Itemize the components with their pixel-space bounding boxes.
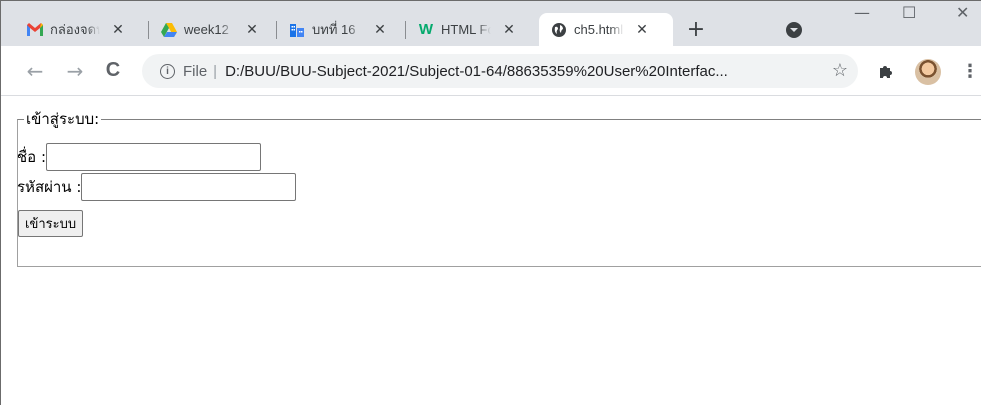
tab-gmail[interactable]: กล่องจดหมาย ✕ bbox=[15, 13, 126, 46]
login-legend: เข้าสู่ระบบ: bbox=[26, 110, 100, 128]
globe-icon bbox=[551, 22, 567, 38]
tab-html-forms[interactable]: W HTML Forms ✕ bbox=[406, 13, 517, 46]
name-row: ชื่อ : bbox=[17, 143, 262, 171]
name-input[interactable] bbox=[46, 143, 262, 171]
password-label: รหัสผ่าน : bbox=[17, 178, 82, 196]
puzzle-icon[interactable] bbox=[878, 63, 894, 84]
bookmark-star-icon[interactable]: ☆ bbox=[832, 60, 848, 81]
close-icon[interactable]: ✕ bbox=[501, 21, 517, 38]
url-separator: | bbox=[213, 62, 218, 80]
minimize-button[interactable]: — bbox=[854, 3, 870, 22]
browser-window: กล่องจดหมาย ✕ week12 ✕ บทที่ 16 ✕ W HTML… bbox=[0, 0, 981, 405]
close-window-button[interactable]: ✕ bbox=[956, 3, 969, 22]
google-drive-icon bbox=[161, 22, 177, 38]
info-icon[interactable]: i bbox=[160, 63, 175, 79]
menu-icon[interactable]: ⋮ bbox=[961, 61, 979, 82]
tab-title: week12 bbox=[184, 22, 234, 37]
tab-strip: กล่องจดหมาย ✕ week12 ✕ บทที่ 16 ✕ W HTML… bbox=[1, 1, 981, 46]
reload-button[interactable]: C bbox=[101, 59, 125, 82]
page-content: เข้าสู่ระบบ: ชื่อ : รหัสผ่าน : เข้าระบบ bbox=[1, 97, 981, 405]
tab-ch5[interactable]: ch5.html ✕ bbox=[539, 13, 673, 46]
tab-title: HTML Forms bbox=[441, 22, 491, 37]
tab-title: ch5.html bbox=[574, 22, 624, 37]
login-button[interactable]: เข้าระบบ bbox=[18, 210, 84, 237]
tab-title: บทที่ 16 bbox=[312, 19, 362, 40]
password-input[interactable] bbox=[81, 173, 297, 201]
w3schools-icon: W bbox=[418, 21, 434, 38]
password-row: รหัสผ่าน : bbox=[17, 173, 297, 201]
gmail-icon bbox=[27, 22, 43, 38]
name-label: ชื่อ : bbox=[17, 148, 47, 166]
forward-button[interactable]: → bbox=[63, 59, 87, 83]
toolbar: ← → C i File | D:/BUU/BUU-Subject-2021/S… bbox=[1, 46, 981, 96]
close-icon[interactable]: ✕ bbox=[372, 21, 388, 38]
tab-chapter16[interactable]: บทที่ 16 ✕ bbox=[277, 13, 388, 46]
url-scheme: File bbox=[183, 62, 208, 80]
tab-search-icon[interactable] bbox=[786, 22, 802, 38]
back-button[interactable]: ← bbox=[23, 59, 47, 83]
address-bar[interactable]: i File | D:/BUU/BUU-Subject-2021/Subject… bbox=[142, 54, 858, 88]
building-icon bbox=[289, 22, 305, 38]
close-icon[interactable]: ✕ bbox=[110, 21, 126, 38]
tab-week12[interactable]: week12 ✕ bbox=[149, 13, 260, 46]
close-icon[interactable]: ✕ bbox=[244, 21, 260, 38]
tab-title: กล่องจดหมาย bbox=[50, 19, 100, 40]
close-icon[interactable]: ✕ bbox=[634, 21, 650, 38]
maximize-button[interactable]: ☐ bbox=[902, 3, 916, 22]
url-text[interactable]: D:/BUU/BUU-Subject-2021/Subject-01-64/88… bbox=[225, 63, 815, 80]
profile-avatar[interactable] bbox=[915, 59, 941, 85]
new-tab-button[interactable]: + bbox=[684, 17, 708, 42]
